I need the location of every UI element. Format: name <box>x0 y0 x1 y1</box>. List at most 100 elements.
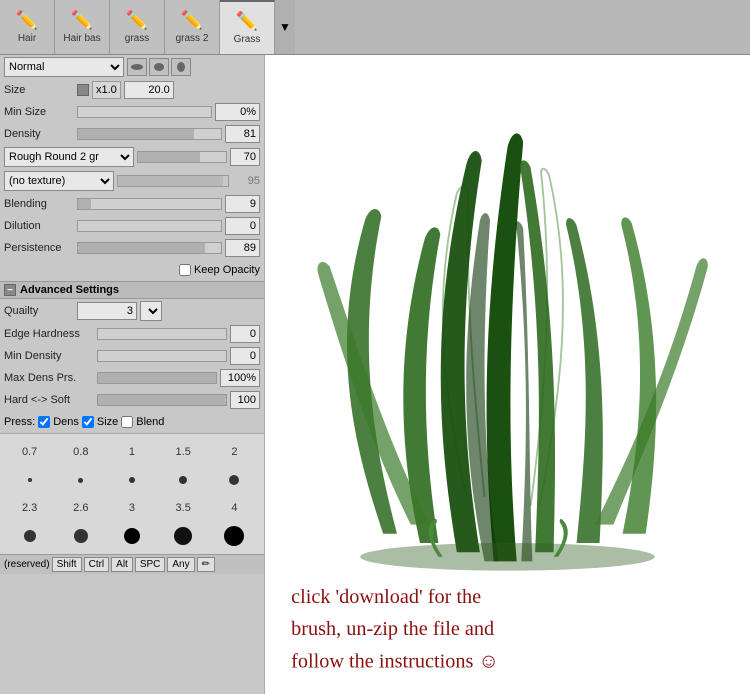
advanced-settings-toggle[interactable]: − <box>4 284 16 296</box>
spc-key[interactable]: SPC <box>135 557 166 572</box>
dot-35[interactable] <box>158 522 209 550</box>
tab-hair-bas[interactable]: ✏️ Hair bas <box>55 0 110 54</box>
quality-label: Quailty <box>4 305 74 317</box>
press-blend-label[interactable]: Blend <box>121 416 164 428</box>
dot-label-35[interactable]: 3.5 <box>158 494 209 522</box>
tab-grass2-icon: ✏️ <box>181 10 203 31</box>
right-canvas[interactable]: click 'download' for the brush, un-zip t… <box>265 55 750 694</box>
size-multiplier[interactable]: x1.0 <box>92 81 121 99</box>
dot-4[interactable] <box>209 522 260 550</box>
tab-grass-active-label: Grass <box>234 34 261 45</box>
dilution-slider[interactable] <box>77 220 222 232</box>
tab-hair[interactable]: ✏️ Hair <box>0 0 55 54</box>
dot-23[interactable] <box>4 522 55 550</box>
dot-1[interactable] <box>106 466 157 494</box>
quality-value[interactable] <box>77 302 137 320</box>
dot-label-07[interactable]: 0.7 <box>4 438 55 466</box>
press-dens-checkbox[interactable] <box>38 416 50 428</box>
dot-3[interactable] <box>106 522 157 550</box>
press-blend-checkbox[interactable] <box>121 416 133 428</box>
dilution-value[interactable] <box>225 217 260 235</box>
dot-label-2[interactable]: 2 <box>209 438 260 466</box>
blending-label: Blending <box>4 198 74 210</box>
texture-row: (no texture) 95 <box>0 169 264 193</box>
min-density-value[interactable] <box>230 347 260 365</box>
shape-btn-3[interactable] <box>171 58 191 76</box>
advanced-settings-header[interactable]: − Advanced Settings <box>0 281 264 299</box>
blending-row: Blending <box>0 193 264 215</box>
alt-key[interactable]: Alt <box>111 557 133 572</box>
persistence-slider[interactable] <box>77 242 222 254</box>
press-dens-label[interactable]: Dens <box>38 416 79 428</box>
brush-shape-select[interactable]: Rough Round 2 gr <box>4 147 134 167</box>
press-label: Press: <box>4 416 35 428</box>
dilution-label: Dilution <box>4 220 74 232</box>
keep-opacity-label[interactable]: Keep Opacity <box>179 264 260 276</box>
advanced-settings-label: Advanced Settings <box>20 284 119 296</box>
dot-2[interactable] <box>209 466 260 494</box>
max-dens-value[interactable] <box>220 369 260 387</box>
tab-grass-label: grass <box>125 33 149 44</box>
press-size-checkbox[interactable] <box>82 416 94 428</box>
min-density-slider[interactable] <box>97 350 227 362</box>
min-size-value[interactable] <box>215 103 260 121</box>
ctrl-key[interactable]: Ctrl <box>84 557 110 572</box>
dot-07[interactable] <box>4 466 55 494</box>
density-slider[interactable] <box>77 128 222 140</box>
grass-svg: click 'download' for the brush, un-zip t… <box>265 55 750 694</box>
min-size-slider[interactable] <box>77 106 212 118</box>
dilution-row: Dilution <box>0 215 264 237</box>
hard-soft-value[interactable] <box>230 391 260 409</box>
blending-slider[interactable] <box>77 198 222 210</box>
mode-select[interactable]: Normal <box>4 57 124 77</box>
density-value[interactable] <box>225 125 260 143</box>
tab-grass-active[interactable]: ✏️ Grass <box>220 0 275 54</box>
blending-value[interactable] <box>225 195 260 213</box>
keep-opacity-text: Keep Opacity <box>194 264 260 276</box>
edge-hardness-value[interactable] <box>230 325 260 343</box>
tab-grass2[interactable]: ✏️ grass 2 <box>165 0 220 54</box>
tab-hair-bas-icon: ✏️ <box>71 10 93 31</box>
brush-shape-slider[interactable] <box>137 151 227 163</box>
dot-label-26[interactable]: 2.6 <box>55 494 106 522</box>
dot-26[interactable] <box>55 522 106 550</box>
tab-scroll-right[interactable]: ▼ <box>275 0 295 54</box>
quality-select[interactable]: ▼ <box>140 301 162 321</box>
dot-08[interactable] <box>55 466 106 494</box>
press-size-text: Size <box>97 416 118 428</box>
texture-slider[interactable] <box>117 175 229 187</box>
dot-label-3[interactable]: 3 <box>106 494 157 522</box>
dot-15[interactable] <box>158 466 209 494</box>
press-size-label[interactable]: Size <box>82 416 118 428</box>
press-blend-text: Blend <box>136 416 164 428</box>
texture-select[interactable]: (no texture) <box>4 171 114 191</box>
dot-label-4[interactable]: 4 <box>209 494 260 522</box>
dot-label-08[interactable]: 0.8 <box>55 438 106 466</box>
persistence-row: Persistence <box>0 237 264 259</box>
dot-label-15[interactable]: 1.5 <box>158 438 209 466</box>
any-key[interactable]: Any <box>167 557 194 572</box>
handwritten-line3: follow the instructions ☺ <box>291 650 499 672</box>
shift-key[interactable]: Shift <box>52 557 82 572</box>
hard-soft-label: Hard <-> Soft <box>4 394 94 406</box>
persistence-value[interactable] <box>225 239 260 257</box>
edge-hardness-slider[interactable] <box>97 328 227 340</box>
min-size-label: Min Size <box>4 106 74 118</box>
hard-soft-slider[interactable] <box>97 394 227 406</box>
keep-opacity-checkbox[interactable] <box>179 264 191 276</box>
shape-btn-1[interactable] <box>127 58 147 76</box>
size-label: Size <box>4 84 74 96</box>
size-lock[interactable] <box>77 84 89 96</box>
dot-label-23[interactable]: 2.3 <box>4 494 55 522</box>
size-value[interactable] <box>124 81 174 99</box>
dot-label-1[interactable]: 1 <box>106 438 157 466</box>
max-dens-slider[interactable] <box>97 372 217 384</box>
shape-btn-2[interactable] <box>149 58 169 76</box>
density-row: Density <box>0 123 264 145</box>
tab-grass[interactable]: ✏️ grass <box>110 0 165 54</box>
handwritten-line1: click 'download' for the <box>291 586 481 608</box>
edit-key[interactable]: ✏ <box>197 557 215 572</box>
brush-shape-value[interactable] <box>230 148 260 166</box>
grass-drawing: click 'download' for the brush, un-zip t… <box>265 55 750 694</box>
max-dens-label: Max Dens Prs. <box>4 372 94 384</box>
